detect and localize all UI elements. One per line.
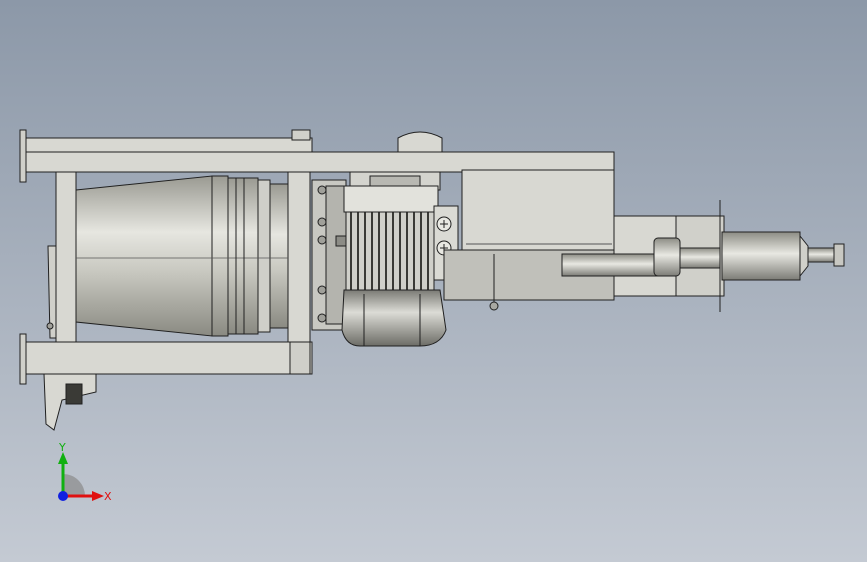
- x-axis-arrowhead: [92, 491, 104, 501]
- electric-motor: [341, 185, 459, 347]
- orientation-triad[interactable]: Y X: [40, 436, 120, 516]
- assembly-model[interactable]: [0, 0, 867, 562]
- y-axis-label: Y: [58, 441, 66, 454]
- x-axis-label: X: [104, 490, 112, 503]
- cad-viewport[interactable]: Y X: [0, 0, 867, 562]
- nozzle-end: [721, 231, 845, 281]
- gearbox-cover: [443, 169, 615, 311]
- z-axis-dot: [58, 491, 68, 501]
- drum-housing: [75, 175, 289, 337]
